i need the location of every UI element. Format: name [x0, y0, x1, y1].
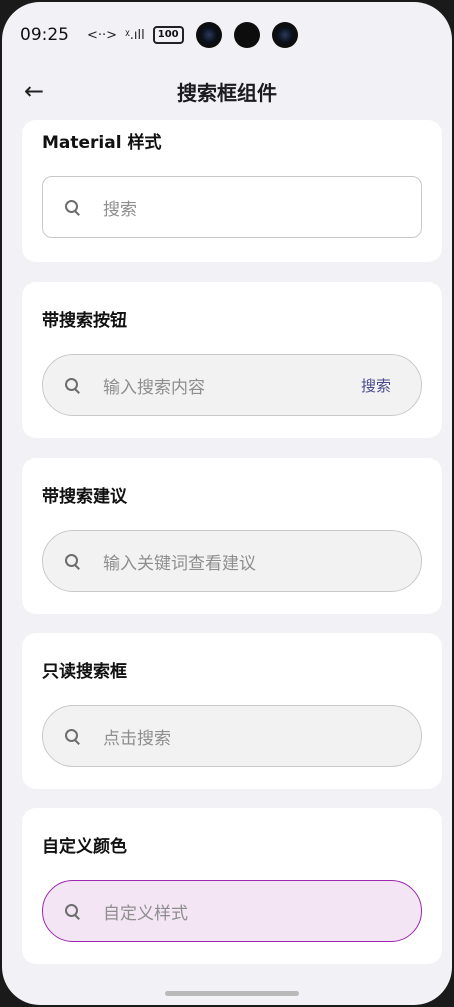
search-input-readonly[interactable]: 点击搜索 [42, 705, 422, 767]
card-title: Material 样式 [42, 133, 162, 153]
phone-screen: 09:25 <··> ᵡ.ıll 100 ← 搜索框组件 Material 样式… [2, 2, 452, 1005]
search-icon [65, 554, 79, 568]
card-title: 只读搜索框 [42, 662, 127, 682]
card-custom-color: 自定义颜色 自定义样式 [22, 808, 442, 964]
status-bar: 09:25 <··> ᵡ.ıll 100 [2, 2, 452, 68]
card-readonly: 只读搜索框 点击搜索 [22, 633, 442, 789]
app-bar: ← 搜索框组件 [2, 68, 452, 114]
sensor-icon [233, 22, 260, 48]
search-icon [65, 378, 79, 392]
card-material: Material 样式 搜索 [22, 120, 442, 262]
home-indicator[interactable] [165, 991, 299, 996]
search-placeholder: 输入搜索内容 [103, 377, 205, 398]
data-transfer-icon: <··> [87, 27, 118, 43]
card-with-button: 带搜索按钮 输入搜索内容 搜索 [22, 282, 442, 438]
search-input-suggestions[interactable]: 输入关键词查看建议 [42, 530, 422, 592]
camera-icon-2 [271, 22, 298, 48]
card-title: 自定义颜色 [42, 837, 127, 857]
battery-icon: 100 [152, 26, 184, 44]
search-input-with-button[interactable]: 输入搜索内容 搜索 [42, 354, 422, 416]
search-input-material[interactable]: 搜索 [42, 176, 422, 238]
card-title: 带搜索建议 [42, 487, 127, 507]
search-icon [65, 729, 79, 743]
search-placeholder: 点击搜索 [103, 728, 171, 749]
search-button[interactable]: 搜索 [361, 375, 391, 396]
search-placeholder: 搜索 [103, 199, 137, 220]
back-arrow-icon[interactable]: ← [24, 78, 50, 104]
search-placeholder: 输入关键词查看建议 [103, 553, 256, 574]
page-title: 搜索框组件 [177, 80, 277, 105]
status-icons: <··> ᵡ.ıll 100 [87, 22, 298, 48]
search-icon [65, 904, 79, 918]
camera-icon [195, 22, 222, 48]
card-title: 带搜索按钮 [42, 311, 127, 331]
status-time: 09:25 [20, 25, 69, 45]
signal-icon: ᵡ.ıll [125, 27, 145, 43]
card-suggestions: 带搜索建议 输入关键词查看建议 [22, 458, 442, 614]
search-input-custom[interactable]: 自定义样式 [42, 880, 422, 942]
search-icon [65, 200, 79, 214]
search-placeholder: 自定义样式 [103, 903, 188, 924]
